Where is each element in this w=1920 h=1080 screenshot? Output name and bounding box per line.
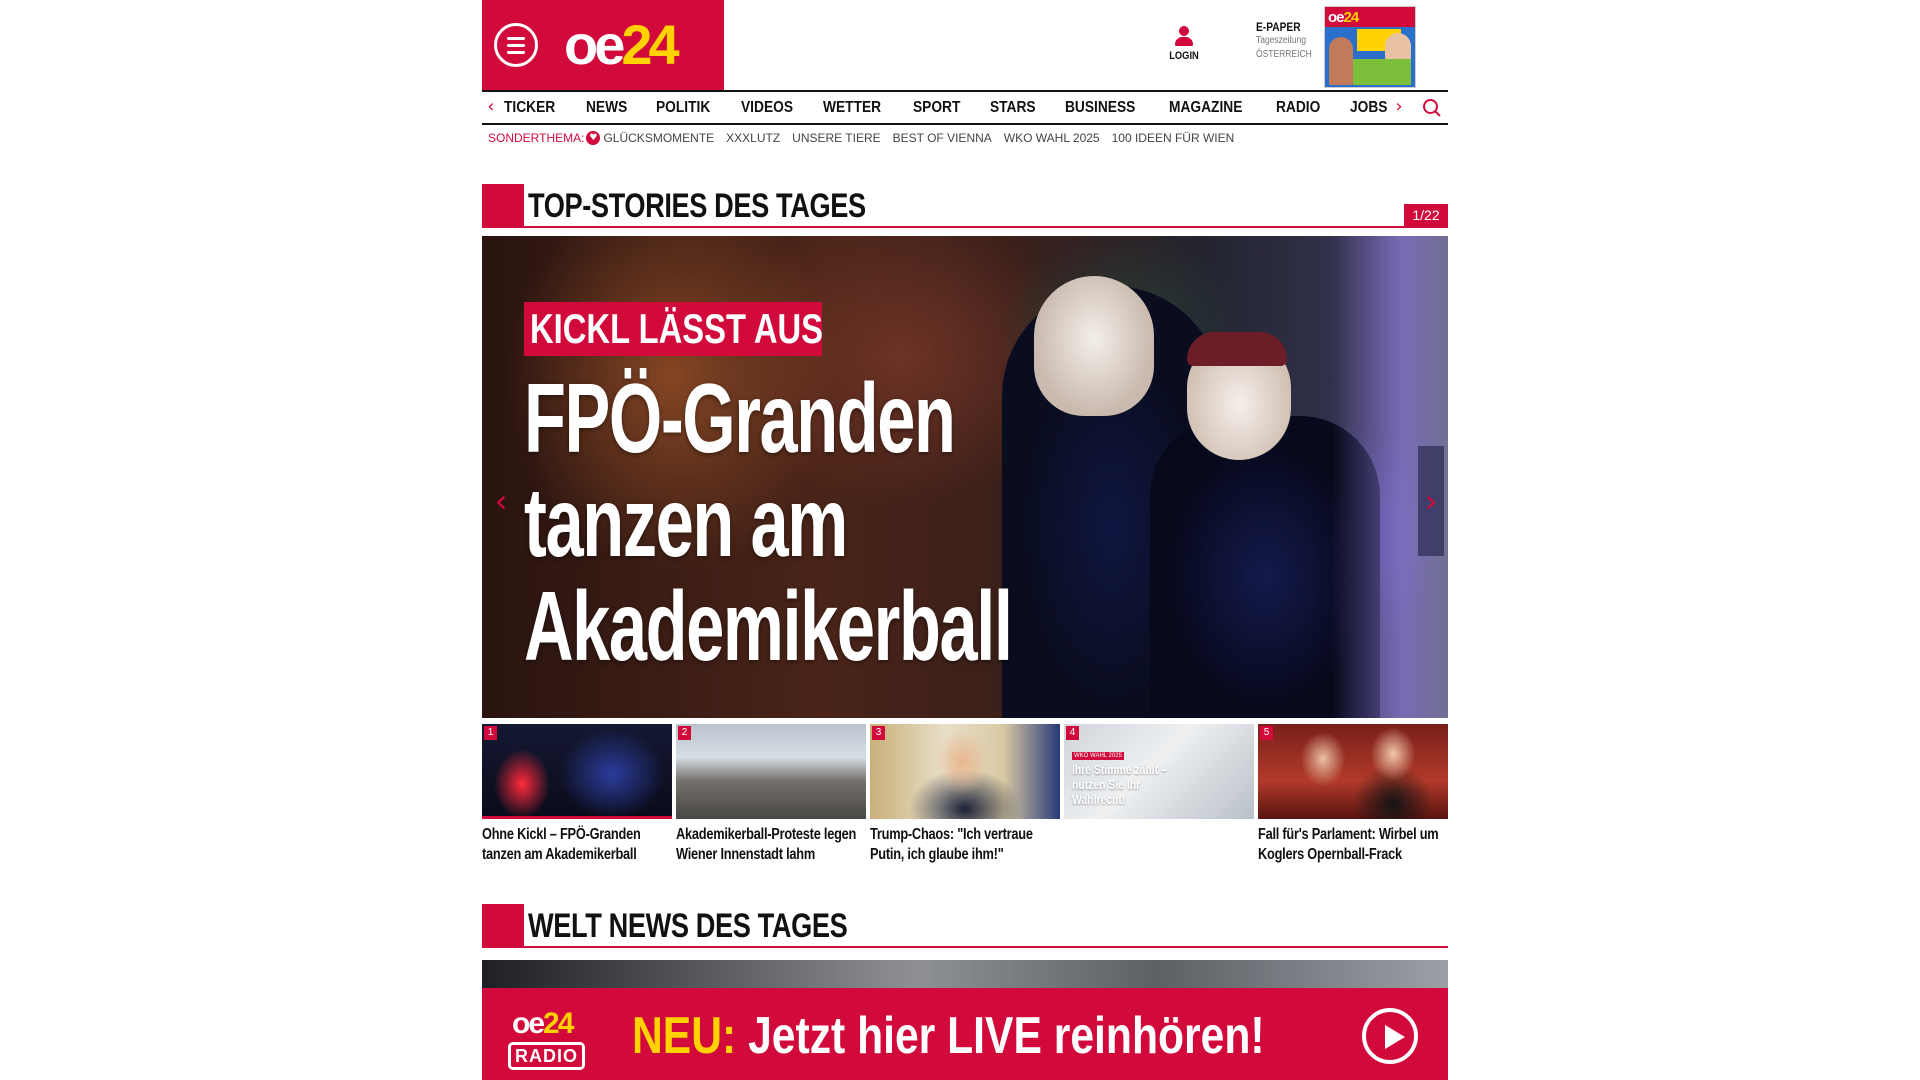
thumb-image: 3: [870, 724, 1060, 819]
story-thumbnails: 1 Ohne Kickl – FPÖ-Granden tanzen am Aka…: [482, 724, 1448, 884]
oe24-radio-logo: oe24 RADIO: [508, 1008, 600, 1072]
slide-counter: 1/22: [1404, 204, 1448, 226]
thumb-image: 2: [676, 724, 866, 819]
search-icon[interactable]: [1422, 98, 1442, 118]
story-thumb-2[interactable]: 2 Akademikerball-Proteste legen Wiener I…: [676, 724, 866, 865]
thumb-image: 1: [482, 724, 672, 819]
story-thumb-1[interactable]: 1 Ohne Kickl – FPÖ-Granden tanzen am Aka…: [482, 724, 672, 865]
special-topics-bar: SONDERTHEMA: ♥ GLÜCKSMOMENTE XXXLUTZ UNS…: [488, 130, 1246, 146]
nav-item-radio[interactable]: RADIO: [1276, 99, 1320, 117]
nav-scroll-right-icon[interactable]: ›: [1390, 96, 1408, 118]
thumb-tag: WKO WAHL 2025: [1072, 752, 1124, 760]
topic-xxxlutz[interactable]: XXXLUTZ: [726, 131, 780, 145]
carousel-prev-icon[interactable]: ‹: [488, 446, 514, 556]
thumb-number: 1: [484, 726, 497, 740]
heart-icon: ♥: [586, 131, 601, 145]
hero-story[interactable]: KICKL LÄSST AUS FPÖ-Granden tanzen am Ak…: [482, 236, 1448, 718]
topic-gluecksmomente[interactable]: GLÜCKSMOMENTE: [603, 131, 714, 145]
story-thumb-4[interactable]: 4 WKO WAHL 2025 Ihre Stimme zählt – nutz…: [1064, 724, 1254, 825]
story-thumb-5[interactable]: 5 Fall für's Parlament: Wirbel um Kogler…: [1258, 724, 1448, 865]
login-button[interactable]: LOGIN: [1162, 26, 1206, 62]
nav-item-ticker[interactable]: TICKER: [504, 99, 555, 117]
hamburger-menu-icon[interactable]: [494, 23, 538, 67]
nav-item-business[interactable]: BUSINESS: [1065, 99, 1135, 117]
user-icon: [1175, 26, 1193, 46]
epaper-cover-image[interactable]: oe24: [1324, 6, 1416, 88]
nav-item-magazine[interactable]: MAGAZINE: [1169, 99, 1242, 117]
logo-bar: oe24: [482, 0, 724, 90]
thumb-number: 5: [1260, 726, 1273, 740]
epaper-subtitle: Tageszeitung: [1256, 35, 1307, 46]
thumb-image: 4 WKO WAHL 2025 Ihre Stimme zählt – nutz…: [1064, 724, 1254, 819]
oe24-logo[interactable]: oe24: [564, 12, 680, 78]
nav-item-politik[interactable]: POLITIK: [656, 99, 710, 117]
radio-banner-text: NEU: Jetzt hier LIVE reinhören!: [632, 1007, 1265, 1065]
nav-item-wetter[interactable]: WETTER: [823, 99, 881, 117]
topic-100-ideen[interactable]: 100 IDEEN FÜR WIEN: [1112, 131, 1235, 145]
nav-items: TICKER NEWS POLITIK VIDEOS WETTER SPORT …: [504, 92, 1415, 123]
thumb-number: 3: [872, 726, 885, 740]
story-thumb-3[interactable]: 3 Trump-Chaos: "Ich vertraue Putin, ich …: [870, 724, 1060, 865]
hero-headline: FPÖ-Granden tanzen am Akademikerball: [524, 363, 1013, 681]
thumb-title: Akademikerball-Proteste legen Wiener Inn…: [676, 826, 857, 863]
hero-kicker: KICKL LÄSST AUS: [524, 302, 823, 356]
thumb-title: Fall für's Parlament: Wirbel um Koglers …: [1258, 826, 1439, 863]
nav-item-videos[interactable]: VIDEOS: [741, 99, 793, 117]
nav-scroll-left-icon[interactable]: ‹: [482, 96, 500, 118]
topic-unsere-tiere[interactable]: UNSERE TIERE: [792, 131, 880, 145]
nav-item-stars[interactable]: STARS: [990, 99, 1036, 117]
nav-item-sport[interactable]: SPORT: [913, 99, 960, 117]
thumb-number: 4: [1066, 726, 1079, 740]
section-title: WELT NEWS DES TAGES: [528, 907, 848, 945]
welt-news-header: WELT NEWS DES TAGES: [482, 904, 1448, 948]
page: oe24 LOGIN E-PAPER Tageszeitung ÖSTERREI…: [482, 0, 1448, 1080]
thumb-overlay-text: Ihre Stimme zählt – nutzen Sie Ihr Wahlr…: [1072, 762, 1167, 807]
section-title: TOP-STORIES DES TAGES: [528, 187, 866, 225]
nav-item-jobs[interactable]: JOBS: [1350, 99, 1387, 117]
epaper-link[interactable]: E-PAPER Tageszeitung ÖSTERREICH: [1256, 20, 1318, 62]
thumb-title: Trump-Chaos: "Ich vertraue Putin, ich gl…: [870, 826, 1033, 863]
nav-item-news[interactable]: NEWS: [586, 99, 627, 117]
top-stories-header: TOP-STORIES DES TAGES 1/22: [482, 184, 1448, 228]
thumb-number: 2: [678, 726, 691, 740]
topic-best-of-vienna[interactable]: BEST OF VIENNA: [893, 131, 992, 145]
login-label: LOGIN: [1169, 50, 1199, 62]
epaper-country: ÖSTERREICH: [1256, 49, 1312, 60]
special-topic-label[interactable]: SONDERTHEMA:: [488, 131, 584, 145]
thumb-title: Ohne Kickl – FPÖ-Granden tanzen am Akade…: [482, 826, 641, 863]
carousel-next-icon[interactable]: ›: [1418, 446, 1444, 556]
radio-live-banner[interactable]: oe24 RADIO NEU: Jetzt hier LIVE reinhöre…: [482, 988, 1448, 1080]
topic-wko-wahl[interactable]: WKO WAHL 2025: [1004, 131, 1100, 145]
main-navigation: ‹ TICKER NEWS POLITIK VIDEOS WETTER SPOR…: [482, 90, 1448, 125]
thumb-image: 5: [1258, 724, 1448, 819]
play-icon[interactable]: [1362, 1008, 1418, 1064]
epaper-title: E-PAPER: [1256, 20, 1301, 34]
